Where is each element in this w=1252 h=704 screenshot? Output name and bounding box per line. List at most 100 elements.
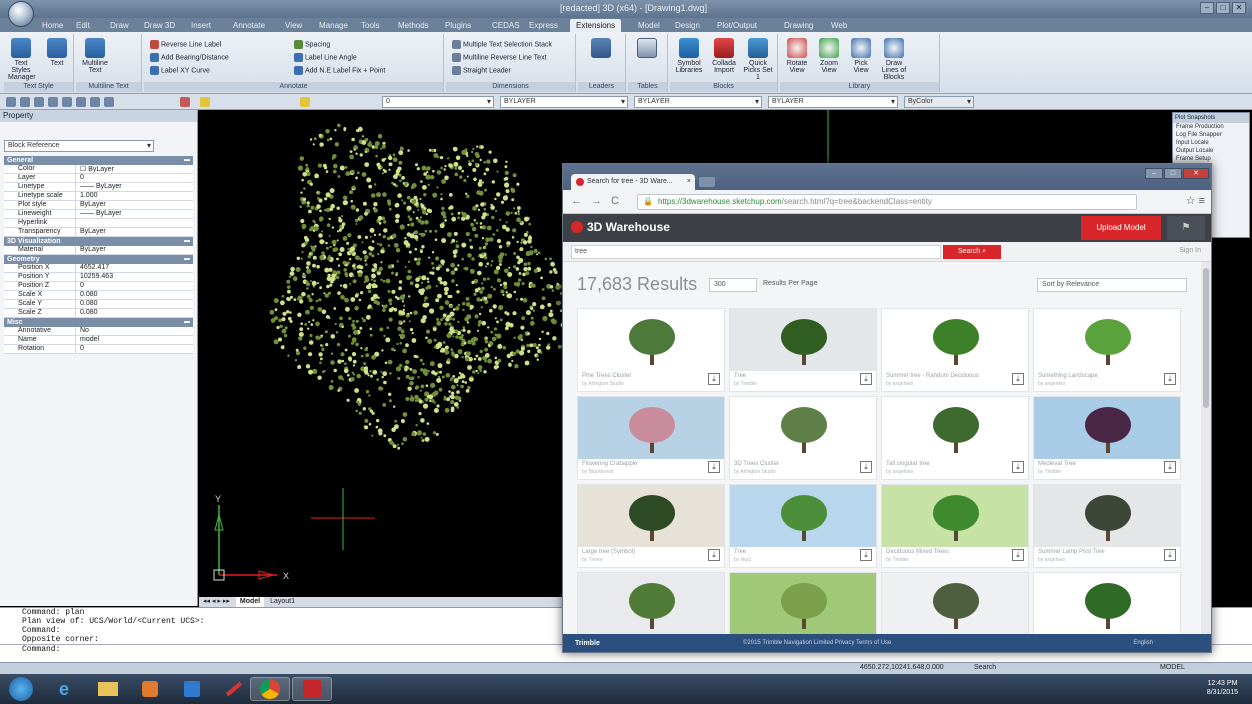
property-value[interactable]: —— ByLayer: [76, 210, 193, 218]
property-row[interactable]: Layer 0: [4, 174, 193, 183]
trimble-logo[interactable]: Trimble: [575, 640, 600, 647]
property-row[interactable]: Hyperlink: [4, 219, 193, 228]
result-author[interactable]: by angelneo: [1038, 557, 1065, 563]
result-title[interactable]: Large tree (Symbol): [582, 549, 635, 555]
result-title[interactable]: Summer tree - Random Deciduous: [886, 373, 979, 379]
layer-icon[interactable]: [6, 97, 16, 107]
result-thumbnail[interactable]: [1034, 397, 1180, 459]
upload-model-button[interactable]: Upload Model: [1081, 216, 1161, 240]
taskbar-media-player[interactable]: [130, 677, 170, 701]
result-thumbnail[interactable]: [578, 397, 724, 459]
property-value[interactable]: 0: [76, 174, 193, 182]
property-value[interactable]: 0: [76, 345, 193, 353]
result-title[interactable]: Medieval Tree: [1038, 461, 1076, 467]
linetype-combo[interactable]: BYLAYER: [500, 96, 628, 108]
download-icon[interactable]: ⤓: [1164, 461, 1176, 473]
maximize-icon[interactable]: □: [1216, 2, 1230, 14]
ribbon-tab-insert[interactable]: Insert: [185, 19, 217, 32]
tab-model[interactable]: Model: [235, 597, 265, 607]
ribbon-tab-extensions[interactable]: Extensions: [570, 19, 622, 32]
result-card[interactable]: Flowering Crabapple by Blackforest ⤓: [577, 396, 725, 480]
result-author[interactable]: by Trimble: [886, 557, 909, 563]
straight-leader-button[interactable]: Straight Leader: [452, 66, 511, 75]
result-card[interactable]: Summer Lamp Post Tree by angelneo ⤓: [1033, 484, 1181, 568]
layer-state-icon[interactable]: [300, 97, 310, 107]
forward-icon[interactable]: →: [591, 195, 602, 207]
ribbon-tab-plot-output[interactable]: Plot/Output: [711, 19, 763, 32]
property-value[interactable]: ByLayer: [76, 201, 193, 209]
property-value[interactable]: 4652.417: [76, 264, 193, 272]
result-card[interactable]: Tree by skp1 ⤓: [729, 484, 877, 568]
result-author[interactable]: by Trevor: [582, 557, 603, 563]
ribbon-tab-home[interactable]: Home: [36, 19, 69, 32]
result-thumbnail[interactable]: [730, 573, 876, 634]
result-thumbnail[interactable]: [1034, 573, 1180, 634]
taskbar-outlook[interactable]: [172, 677, 212, 701]
result-card[interactable]: Deciduous Mixed Trees by Trimble ⤓: [881, 484, 1029, 568]
result-card[interactable]: Treeby skp⤓: [729, 572, 877, 634]
property-section-header[interactable]: Misc: [4, 318, 193, 327]
result-author[interactable]: by angelneo: [886, 469, 913, 475]
palette-item[interactable]: Log File Snapper: [1173, 131, 1249, 139]
result-card[interactable]: Tall singular tree by angelneo ⤓: [881, 396, 1029, 480]
sort-select[interactable]: Sort by Relevance: [1037, 278, 1187, 292]
undo-icon[interactable]: [76, 97, 86, 107]
address-bar[interactable]: https://3dwarehouse.sketchup.com/search.…: [637, 194, 1137, 210]
result-title[interactable]: Deciduous Mixed Trees: [886, 549, 949, 555]
result-thumbnail[interactable]: [882, 485, 1028, 547]
property-row[interactable]: Linetype —— ByLayer: [4, 183, 193, 192]
result-title[interactable]: Tree: [734, 373, 746, 379]
symbol-libraries-button[interactable]: Symbol Libraries: [672, 38, 706, 74]
multiple-text-stack-button[interactable]: Multiple Text Selection Stack: [452, 40, 552, 49]
result-author[interactable]: by Blackforest: [582, 469, 613, 475]
tab-layout1[interactable]: Layout1: [266, 597, 299, 607]
taskbar-internet-explorer[interactable]: e: [44, 677, 84, 701]
ribbon-tab-model[interactable]: Model: [632, 19, 666, 32]
ribbon-tab-express[interactable]: Express: [523, 19, 564, 32]
redo-icon[interactable]: [90, 97, 100, 107]
ribbon-tab-edit[interactable]: Edit: [70, 19, 96, 32]
ribbon-tab-web[interactable]: Web: [825, 19, 853, 32]
download-icon[interactable]: ⤓: [860, 549, 872, 561]
add-ne-label-button[interactable]: Add N.E Label Fix + Point: [294, 66, 385, 75]
tree-block-reference[interactable]: [269, 123, 576, 450]
render-icon[interactable]: [104, 97, 114, 107]
property-row[interactable]: Annotative No: [4, 327, 193, 336]
property-section-header[interactable]: General: [4, 156, 193, 165]
object-type-select[interactable]: Block Reference: [4, 140, 154, 152]
browser-maximize-icon[interactable]: □: [1164, 168, 1182, 179]
result-author[interactable]: by Arlington Studio: [582, 381, 624, 387]
plot-style-combo[interactable]: ByColor: [904, 96, 974, 108]
language-select[interactable]: English: [1133, 640, 1153, 646]
result-author[interactable]: by angelneo: [1038, 381, 1065, 387]
result-card[interactable]: Pineby skp⤓: [881, 572, 1029, 634]
result-thumbnail[interactable]: [578, 573, 724, 634]
property-value[interactable]: ☐ ByLayer: [76, 165, 193, 173]
result-title[interactable]: Summer Lamp Post Tree: [1038, 549, 1105, 555]
orbit-icon[interactable]: [48, 97, 58, 107]
tab-close-icon[interactable]: ×: [687, 174, 691, 190]
label-xy-curve-button[interactable]: Label XY Curve: [150, 66, 210, 75]
result-author[interactable]: by Trimble: [734, 381, 757, 387]
ribbon-tab-design[interactable]: Design: [669, 19, 706, 32]
result-thumbnail[interactable]: [882, 309, 1028, 371]
zoom-icon[interactable]: [20, 97, 30, 107]
warehouse-logo[interactable]: 3D Warehouse: [571, 220, 670, 234]
result-title[interactable]: Pine Trees Cluster: [582, 373, 631, 379]
ribbon-tab-plugins[interactable]: Plugins: [439, 19, 477, 32]
download-icon[interactable]: ⤓: [860, 461, 872, 473]
browser-tab[interactable]: Search for tree - 3D Ware... ×: [571, 174, 695, 190]
multiline-reverse-button[interactable]: Multiline Reverse Line Text: [452, 53, 547, 62]
property-row[interactable]: Linetype scale 1.000: [4, 192, 193, 201]
property-section-header[interactable]: 3D Visualization: [4, 237, 193, 246]
tab-nav-arrows[interactable]: ◂◂ ◂ ▸ ▸▸: [199, 597, 234, 607]
result-author[interactable]: by angelneo: [886, 381, 913, 387]
palette-item[interactable]: Input Locale: [1173, 139, 1249, 147]
taskbar-file-explorer[interactable]: [88, 677, 128, 701]
text-styles-manager-button[interactable]: Text Styles Manager: [8, 38, 36, 81]
result-title[interactable]: 3D Trees Cluster: [734, 461, 779, 467]
ribbon-tab-drawing[interactable]: Drawing: [778, 19, 819, 32]
download-icon[interactable]: ⤓: [1164, 373, 1176, 385]
taskbar-cad-app[interactable]: [292, 677, 332, 701]
property-section-header[interactable]: Geometry: [4, 255, 193, 264]
